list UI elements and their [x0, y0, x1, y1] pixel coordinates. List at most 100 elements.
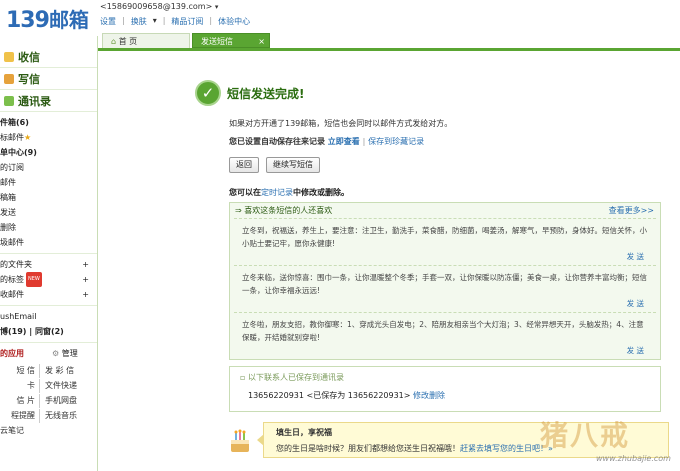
timer-record-link[interactable]: 定时记录 — [261, 188, 293, 197]
sidebar-item-blog-classmates[interactable]: 博(19) | 同窗(2) — [0, 324, 97, 339]
home-icon: ⌂ — [111, 37, 117, 46]
sidebar-receive-label: 收信 — [18, 50, 40, 64]
app-sms[interactable]: 短 信 — [0, 364, 40, 378]
message-text: 立冬到，祝福送，养生上，要注意：注卫生，勤洗手，菜食醋，防细菌，喝姜汤，解寒气，… — [242, 226, 647, 248]
main-content: ✓ 短信发送完成! 如果对方开通了139邮箱，短信也会同时以邮件方式发给对方。 … — [99, 54, 680, 471]
contacts-icon — [4, 95, 14, 106]
recommend-header: ⇒ 喜欢这条短信的人还喜欢 查看更多>> — [230, 203, 660, 218]
account-switcher[interactable]: <15869009658@139.com> ▾ — [100, 2, 218, 11]
message-text: 立冬来临，送你惊喜：围巾一条，让你温暖整个冬季；手套一双，让你保暖以防冻僵；美食… — [242, 273, 647, 295]
cake-icon — [231, 429, 249, 452]
sidebar-item-sent[interactable]: 发送 — [0, 205, 97, 220]
sidebar-item-proxy-label: 收邮件 — [0, 290, 24, 299]
recommend-message: 立冬到，祝福送，养生上，要注意：注卫生，勤洗手，菜食醋，防细菌，喝姜汤，解寒气，… — [234, 218, 656, 265]
app-netdisk[interactable]: 手机网盘 — [40, 394, 96, 408]
sidebar-item-mail[interactable]: 邮件 — [0, 175, 97, 190]
sidebar-item-drafts[interactable]: 稿箱 — [0, 190, 97, 205]
apps-manage-label: 管理 — [61, 349, 78, 358]
bullet-icon: ▫ — [240, 373, 246, 382]
logo-text: 邮箱 — [48, 8, 89, 32]
tab-send-sms[interactable]: 发送短信 × — [192, 33, 270, 48]
sidebar-item-bills[interactable]: 单中心(9) — [0, 145, 97, 160]
app-cloud-notes[interactable]: 云笔记 — [0, 424, 40, 438]
message-text: 立冬啦，朋友支招，教你御寒：1、穿成光头自发电；2、陪朋友相亲当个大灯泡；3、经… — [242, 320, 644, 342]
send-link[interactable]: 发 送 — [242, 344, 648, 357]
plus-icon[interactable]: + — [82, 287, 89, 302]
tab-home[interactable]: ⌂ 首 页 — [102, 33, 190, 48]
saved-number: 13656220931 <已保存为 13656220931> — [248, 391, 411, 400]
sidebar-item-pushemail[interactable]: ushEmail — [0, 309, 97, 324]
send-link[interactable]: 发 送 — [242, 250, 648, 263]
sidebar-item-blog[interactable]: 博(19) — [0, 327, 26, 336]
menu-divider: | — [162, 16, 166, 25]
autosave-line: 您已设置自动保存往来记录 立即查看 | 保存到珍藏记录 — [229, 136, 424, 147]
menu-divider: | — [122, 16, 125, 25]
sidebar-item-subscriptions[interactable]: 的订阅 — [0, 160, 97, 175]
sidebar-compose[interactable]: 写信 — [0, 68, 97, 90]
app-postcard[interactable]: 信 片 — [0, 394, 40, 408]
app-mms[interactable]: 发 彩 信 — [40, 364, 96, 378]
recommend-message: 立冬啦，朋友支招，教你御寒：1、穿成光头自发电；2、陪朋友相亲当个大灯泡；3、经… — [234, 312, 656, 359]
sidebar-item-proxy-mail[interactable]: 收邮件 + — [0, 287, 97, 302]
plus-icon[interactable]: + — [82, 257, 89, 272]
menu-experience[interactable]: 体验中心 — [218, 16, 250, 27]
sidebar-item-folders[interactable]: 的文件夹 + — [0, 257, 97, 272]
edit-delete-link[interactable]: 修改删除 — [413, 391, 445, 400]
plus-icon[interactable]: + — [82, 272, 89, 287]
back-button[interactable]: 返回 — [229, 157, 259, 173]
recommend-message: 立冬来临，送你惊喜：围巾一条，让你温暖整个冬季；手套一双，让你保暖以防冻僵；美食… — [234, 265, 656, 312]
view-more-link[interactable]: 查看更多>> — [609, 203, 654, 218]
action-buttons: 返回 继续写短信 — [229, 157, 320, 173]
sidebar-contacts[interactable]: 通讯录 — [0, 90, 97, 112]
menu-subscriptions[interactable]: 精品订阅 — [171, 16, 203, 27]
watermark-logo: 猪八戒 — [540, 419, 631, 452]
sidebar-item-classmates[interactable]: 同窗(2) — [35, 327, 64, 336]
recommend-box: ⇒ 喜欢这条短信的人还喜欢 查看更多>> 立冬到，祝福送，养生上，要注意：注卫生… — [229, 202, 661, 360]
tab-bar: ⌂ 首 页 发送短信 × — [98, 33, 680, 51]
saved-label-text: 以下联系人已保存到通讯录 — [247, 373, 344, 382]
apps-title: 的应用 — [0, 349, 24, 358]
saved-contacts-box: ▫ 以下联系人已保存到通讯录 13656220931 <已保存为 1365622… — [229, 366, 661, 412]
sidebar-item-starred[interactable]: 标邮件★ — [0, 130, 97, 145]
menu-skin[interactable]: 换肤 — [131, 16, 147, 27]
apps-header: 的应用 ⚙ 管理 — [0, 346, 97, 361]
close-icon[interactable]: × — [258, 34, 265, 49]
tab-send-sms-label: 发送短信 — [201, 37, 233, 46]
star-icon: ★ — [24, 133, 32, 142]
continue-compose-button[interactable]: 继续写短信 — [266, 157, 320, 173]
sidebar-item-labels[interactable]: 的标签 NEW + — [0, 272, 97, 287]
save-favorite-link[interactable]: 保存到珍藏记录 — [368, 137, 424, 146]
birthday-desc-text: 您的生日是啥时候？朋友们都想给您送生日祝福哦！ — [276, 444, 460, 453]
sidebar-divider — [0, 302, 97, 306]
autosave-text: 您已设置自动保存往来记录 — [229, 137, 325, 146]
timer-note: 您可以在定时记录中修改或删除。 — [229, 187, 349, 198]
account-email: <15869009658@139.com> — [100, 2, 213, 11]
logo[interactable]: 139邮箱 — [6, 4, 92, 33]
sidebar-compose-label: 写信 — [18, 72, 40, 86]
menu-settings[interactable]: 设置 — [100, 16, 116, 27]
fill-birthday-link[interactable]: 赶紧去填写您的生日吧！ — [460, 444, 548, 453]
app-music[interactable]: 无线音乐 — [40, 409, 96, 423]
compose-icon — [4, 73, 14, 84]
timer-prefix: 您可以在 — [229, 188, 261, 197]
divider: | — [362, 137, 366, 146]
apps-manage[interactable]: ⚙ 管理 — [52, 346, 78, 361]
view-now-link[interactable]: 立即查看 — [328, 137, 360, 146]
saved-label: ▫ 以下联系人已保存到通讯录 — [240, 372, 344, 383]
sidebar-contacts-label: 通讯录 — [18, 94, 51, 108]
tab-home-label: 首 页 — [118, 37, 138, 46]
app-card[interactable]: 卡 — [0, 379, 40, 393]
timer-suffix: 中修改或删除。 — [293, 188, 349, 197]
watermark: 猪八戒 www.zhubajie.com — [536, 412, 680, 471]
sidebar-receive[interactable]: 收信 — [0, 46, 97, 68]
sidebar-item-deleted[interactable]: 删除 — [0, 220, 97, 235]
app-reminder[interactable]: 程提醒 — [0, 409, 40, 423]
app-file-express[interactable]: 文件快递 — [40, 379, 96, 393]
sidebar-item-folders-label: 的文件夹 — [0, 260, 32, 269]
inbox-icon — [4, 51, 14, 62]
chevron-down-icon: ▾ — [214, 3, 219, 11]
sidebar-item-inbox[interactable]: 件箱(6) — [0, 115, 97, 130]
birthday-title: 填生日，享祝福 — [276, 428, 332, 437]
send-link[interactable]: 发 送 — [242, 297, 648, 310]
sidebar-item-spam[interactable]: 圾邮件 — [0, 235, 97, 250]
